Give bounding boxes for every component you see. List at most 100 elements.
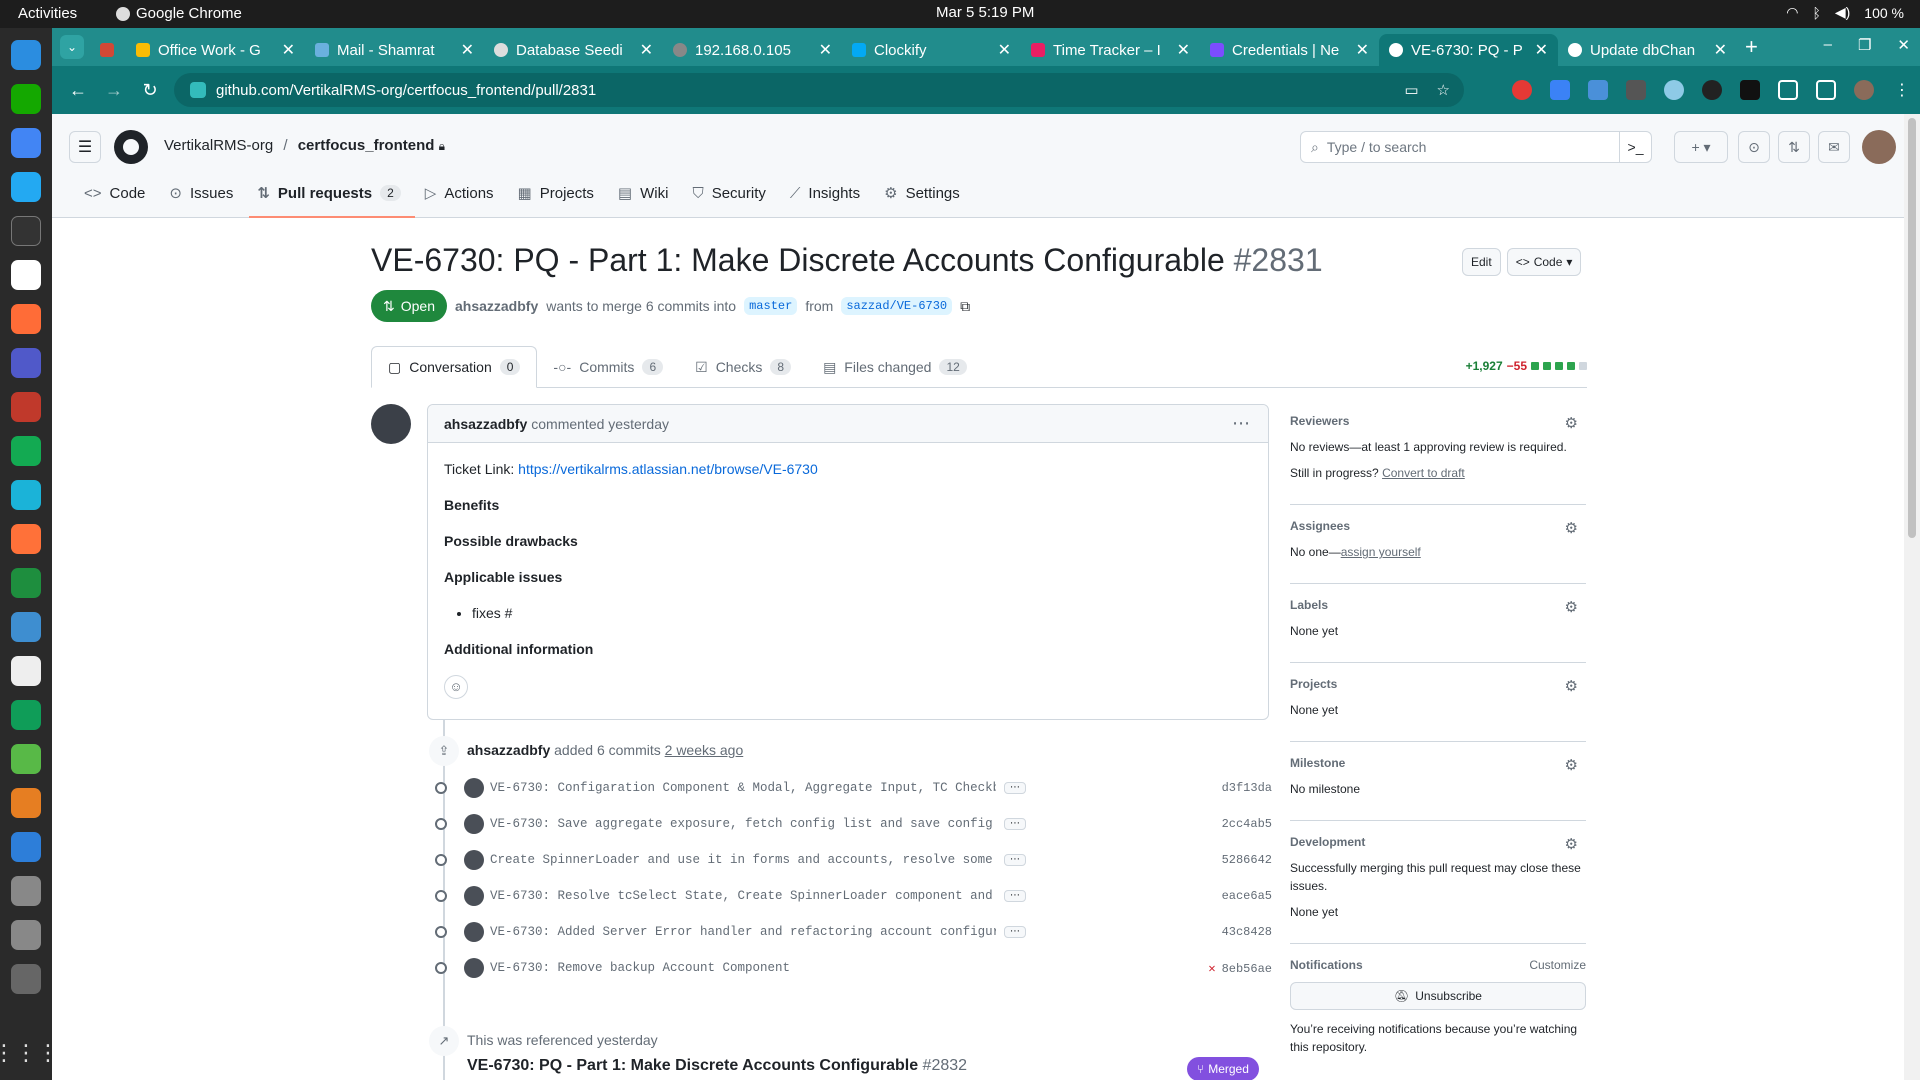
drive-icon[interactable] xyxy=(11,876,41,906)
activities-button[interactable]: Activities xyxy=(18,5,77,22)
code-dropdown-button[interactable]: <> Code ▾ xyxy=(1506,248,1582,276)
tab-commits[interactable]: -○- Commits 6 xyxy=(537,346,679,388)
browser-tab[interactable]: Office Work - G ✕ xyxy=(126,34,305,66)
bookmark-star-icon[interactable]: ☆ xyxy=(1437,81,1450,99)
chat-icon[interactable] xyxy=(11,700,41,730)
close-tab-icon[interactable]: ✕ xyxy=(1535,40,1548,60)
commit-message[interactable]: VE-6730: Added Server Error handler and … xyxy=(490,925,996,939)
reload-icon[interactable]: ↻ xyxy=(140,80,160,101)
head-branch[interactable]: sazzad/VE-6730 xyxy=(841,297,953,315)
tab-search-button[interactable]: ⌄ xyxy=(60,35,84,59)
gear-icon[interactable]: ⚙ xyxy=(1565,414,1578,432)
scrollbar-thumb[interactable] xyxy=(1908,118,1916,538)
kebab-menu-icon[interactable]: ⋯ xyxy=(1232,413,1250,434)
gear-icon[interactable]: ⚙ xyxy=(1565,598,1578,616)
tab-actions[interactable]: ▷ Actions xyxy=(415,179,504,207)
app-icon[interactable] xyxy=(11,260,41,290)
org-link[interactable]: VertikalRMS-org xyxy=(164,137,273,154)
tab-insights[interactable]: ⟋ Insights xyxy=(780,179,870,207)
event-author[interactable]: ahsazzadbfy xyxy=(467,742,550,758)
commit-sha[interactable]: d3f13da xyxy=(1222,781,1272,795)
tab-conversation[interactable]: ▢ Conversation 0 xyxy=(371,346,538,388)
command-palette-icon[interactable]: >_ xyxy=(1619,131,1651,163)
commit-message[interactable]: VE-6730: Remove backup Account Component xyxy=(490,961,996,975)
gear-icon[interactable]: ⚙ xyxy=(1565,835,1578,853)
tab-settings[interactable]: ⚙ Settings xyxy=(874,179,970,207)
browser-tab-active[interactable]: VE-6730: PQ - P ✕ xyxy=(1379,34,1558,66)
assign-yourself-link[interactable]: assign yourself xyxy=(1341,545,1421,559)
gear-icon[interactable]: ⚙ xyxy=(1565,756,1578,774)
app-icon[interactable] xyxy=(11,788,41,818)
commit-sha[interactable]: 5286642 xyxy=(1222,853,1272,867)
copy-icon[interactable]: ⧉ xyxy=(960,298,970,315)
new-tab-button[interactable]: + xyxy=(1745,34,1758,60)
app-icon[interactable] xyxy=(11,832,41,862)
commit-sha[interactable]: eace6a5 xyxy=(1222,889,1272,903)
gear-icon[interactable]: ⚙ xyxy=(1565,677,1578,695)
avatar[interactable] xyxy=(464,922,484,942)
extension-icon[interactable] xyxy=(1588,80,1608,100)
referenced-pr-link[interactable]: VE-6730: PQ - Part 1: Make Discrete Acco… xyxy=(467,1057,918,1074)
edit-button[interactable]: Edit xyxy=(1462,248,1501,276)
commit-message[interactable]: VE-6730: Configaration Component & Modal… xyxy=(490,781,996,795)
maximize-icon[interactable]: ❐ xyxy=(1858,36,1871,54)
close-tab-icon[interactable]: ✕ xyxy=(640,40,653,60)
system-tray[interactable]: ◠ ᛒ ◀) 100 % xyxy=(1786,4,1904,21)
add-reaction-icon[interactable]: ☺ xyxy=(444,675,468,699)
firefox-icon[interactable] xyxy=(11,524,41,554)
commit-sha[interactable]: 2cc4ab5 xyxy=(1222,817,1272,831)
site-info-icon[interactable] xyxy=(190,82,206,98)
author-link[interactable]: ahsazzadbfy xyxy=(455,298,538,314)
issues-icon[interactable]: ⊙ xyxy=(1738,131,1770,163)
avatar[interactable] xyxy=(464,886,484,906)
sheets-icon[interactable] xyxy=(11,568,41,598)
extension-icon[interactable] xyxy=(1626,80,1646,100)
create-new-button[interactable]: + ▾ xyxy=(1674,131,1728,163)
close-window-icon[interactable]: ✕ xyxy=(1897,36,1910,54)
tab-issues[interactable]: ⊙ Issues xyxy=(159,179,243,207)
postman-icon[interactable] xyxy=(11,304,41,334)
text-editor-icon[interactable] xyxy=(11,656,41,686)
tab-wiki[interactable]: ▤ Wiki xyxy=(608,179,679,207)
avatar[interactable] xyxy=(464,850,484,870)
side-panel-icon[interactable] xyxy=(1816,80,1836,100)
avatar[interactable] xyxy=(464,814,484,834)
tab-files-changed[interactable]: ▤ Files changed 12 xyxy=(807,346,983,388)
commit-message[interactable]: VE-6730: Resolve tcSelect State, Create … xyxy=(490,889,996,903)
customize-link[interactable]: Customize xyxy=(1529,958,1586,972)
close-tab-icon[interactable]: ✕ xyxy=(819,40,832,60)
app-icon[interactable] xyxy=(11,744,41,774)
gear-icon[interactable]: ⚙ xyxy=(1565,519,1578,537)
close-tab-icon[interactable]: ✕ xyxy=(461,40,474,60)
expand-commit-button[interactable]: ⋯ xyxy=(1004,818,1026,830)
drive-icon[interactable] xyxy=(11,964,41,994)
ticket-link[interactable]: https://vertikalrms.atlassian.net/browse… xyxy=(518,461,818,477)
tab-security[interactable]: ⛉ Security xyxy=(682,179,775,207)
url-bar[interactable]: github.com/VertikalRMS-org/certfocus_fro… xyxy=(174,73,1464,107)
commit-sha[interactable]: 43c8428 xyxy=(1222,925,1272,939)
github-logo-icon[interactable] xyxy=(114,130,148,164)
avatar[interactable] xyxy=(464,958,484,978)
pull-requests-icon[interactable]: ⇅ xyxy=(1778,131,1810,163)
close-tab-icon[interactable]: ✕ xyxy=(1177,40,1190,60)
extension-icon[interactable] xyxy=(1702,80,1722,100)
close-tab-icon[interactable]: ✕ xyxy=(1714,40,1727,60)
extensions-puzzle-icon[interactable] xyxy=(1778,80,1798,100)
adblock-icon[interactable] xyxy=(1512,80,1532,100)
active-app[interactable]: Google Chrome xyxy=(116,5,242,22)
app-icon[interactable] xyxy=(11,40,41,70)
avatar[interactable] xyxy=(371,404,411,444)
show-apps-icon[interactable]: ⋮⋮⋮ xyxy=(0,1040,59,1066)
browser-tab[interactable]: 192.168.0.105 ✕ xyxy=(663,34,842,66)
install-icon[interactable]: ▭ xyxy=(1404,81,1418,99)
clock[interactable]: Mar 5 5:19 PM xyxy=(936,4,1034,21)
comment-author[interactable]: ahsazzadbfy xyxy=(444,416,527,432)
browser-tab[interactable]: Database Seedi ✕ xyxy=(484,34,663,66)
menu-icon[interactable]: ☰ xyxy=(69,131,101,163)
extension-icon[interactable] xyxy=(1550,80,1570,100)
browser-tab[interactable]: Credentials | Ne ✕ xyxy=(1200,34,1379,66)
search-input[interactable]: ⌕ Type / to search >_ xyxy=(1300,131,1652,163)
commit-message[interactable]: Create SpinnerLoader and use it in forms… xyxy=(490,853,996,867)
close-tab-icon[interactable]: ✕ xyxy=(998,40,1011,60)
chrome-dock-icon[interactable] xyxy=(11,128,41,158)
